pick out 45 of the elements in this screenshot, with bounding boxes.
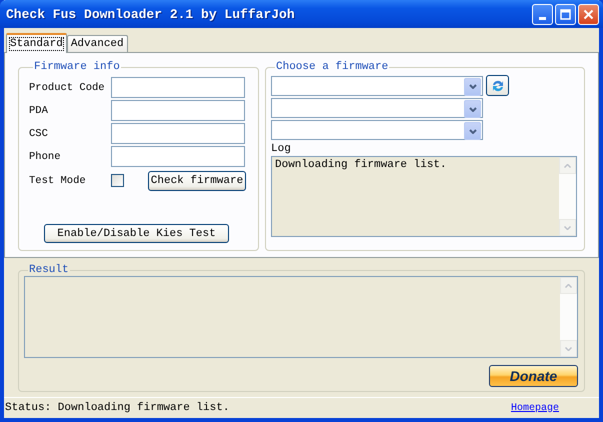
input-field[interactable]	[111, 77, 245, 98]
input-field[interactable]	[111, 100, 245, 121]
scrollbar[interactable]	[559, 157, 576, 236]
chevron-down-icon	[468, 84, 476, 89]
chevron-up-icon	[564, 164, 571, 168]
donate-button[interactable]: Donate	[489, 365, 578, 387]
group-title: Firmware info	[33, 61, 121, 73]
field-label: CSC	[29, 128, 49, 140]
field-label: Product Code	[29, 82, 106, 94]
log-label: Log	[271, 143, 292, 155]
chevron-up-icon	[565, 284, 572, 288]
log-text: Downloading firmware list.	[274, 158, 448, 173]
checkbox[interactable]	[111, 174, 124, 187]
chevron-down-icon	[564, 226, 571, 230]
minimize-icon	[539, 16, 546, 20]
scrollbar[interactable]	[560, 277, 577, 357]
chevron-down-icon	[468, 128, 476, 134]
check-firmware-button[interactable]: Check firmware	[148, 170, 246, 190]
field-label: Phone	[29, 150, 62, 162]
refresh-button[interactable]	[486, 75, 509, 96]
scroll-down-button[interactable]	[559, 219, 576, 236]
window-title: Check Fus Downloader 2.1 by LuffarJoh	[6, 6, 296, 22]
input-field[interactable]	[111, 123, 245, 144]
input-field[interactable]	[111, 146, 245, 167]
chevron-down-icon	[565, 346, 572, 350]
dropdown[interactable]	[271, 120, 483, 140]
homepage-link[interactable]: Homepage	[510, 402, 559, 414]
close-icon	[583, 8, 594, 20]
scroll-down-button[interactable]	[560, 340, 577, 357]
chevron-down-icon	[468, 106, 476, 112]
maximize-icon	[560, 8, 571, 20]
tab[interactable]: Standard	[6, 33, 67, 53]
close-button[interactable]	[578, 4, 599, 24]
scroll-up-button[interactable]	[559, 157, 576, 174]
scroll-up-button[interactable]	[560, 277, 577, 294]
minimize-button[interactable]	[532, 4, 553, 24]
kies-test-button[interactable]: Enable/Disable Kies Test	[44, 224, 229, 243]
group-title: Result	[28, 264, 70, 276]
maximize-button[interactable]	[555, 4, 576, 24]
status-text: Status: Downloading firmware list.	[5, 402, 230, 414]
group-title: Choose a firmware	[275, 61, 390, 73]
tab[interactable]: Advanced	[66, 35, 128, 52]
field-label: PDA	[29, 104, 49, 116]
refresh-icon	[490, 78, 504, 92]
field-label: Test Mode	[29, 174, 87, 186]
